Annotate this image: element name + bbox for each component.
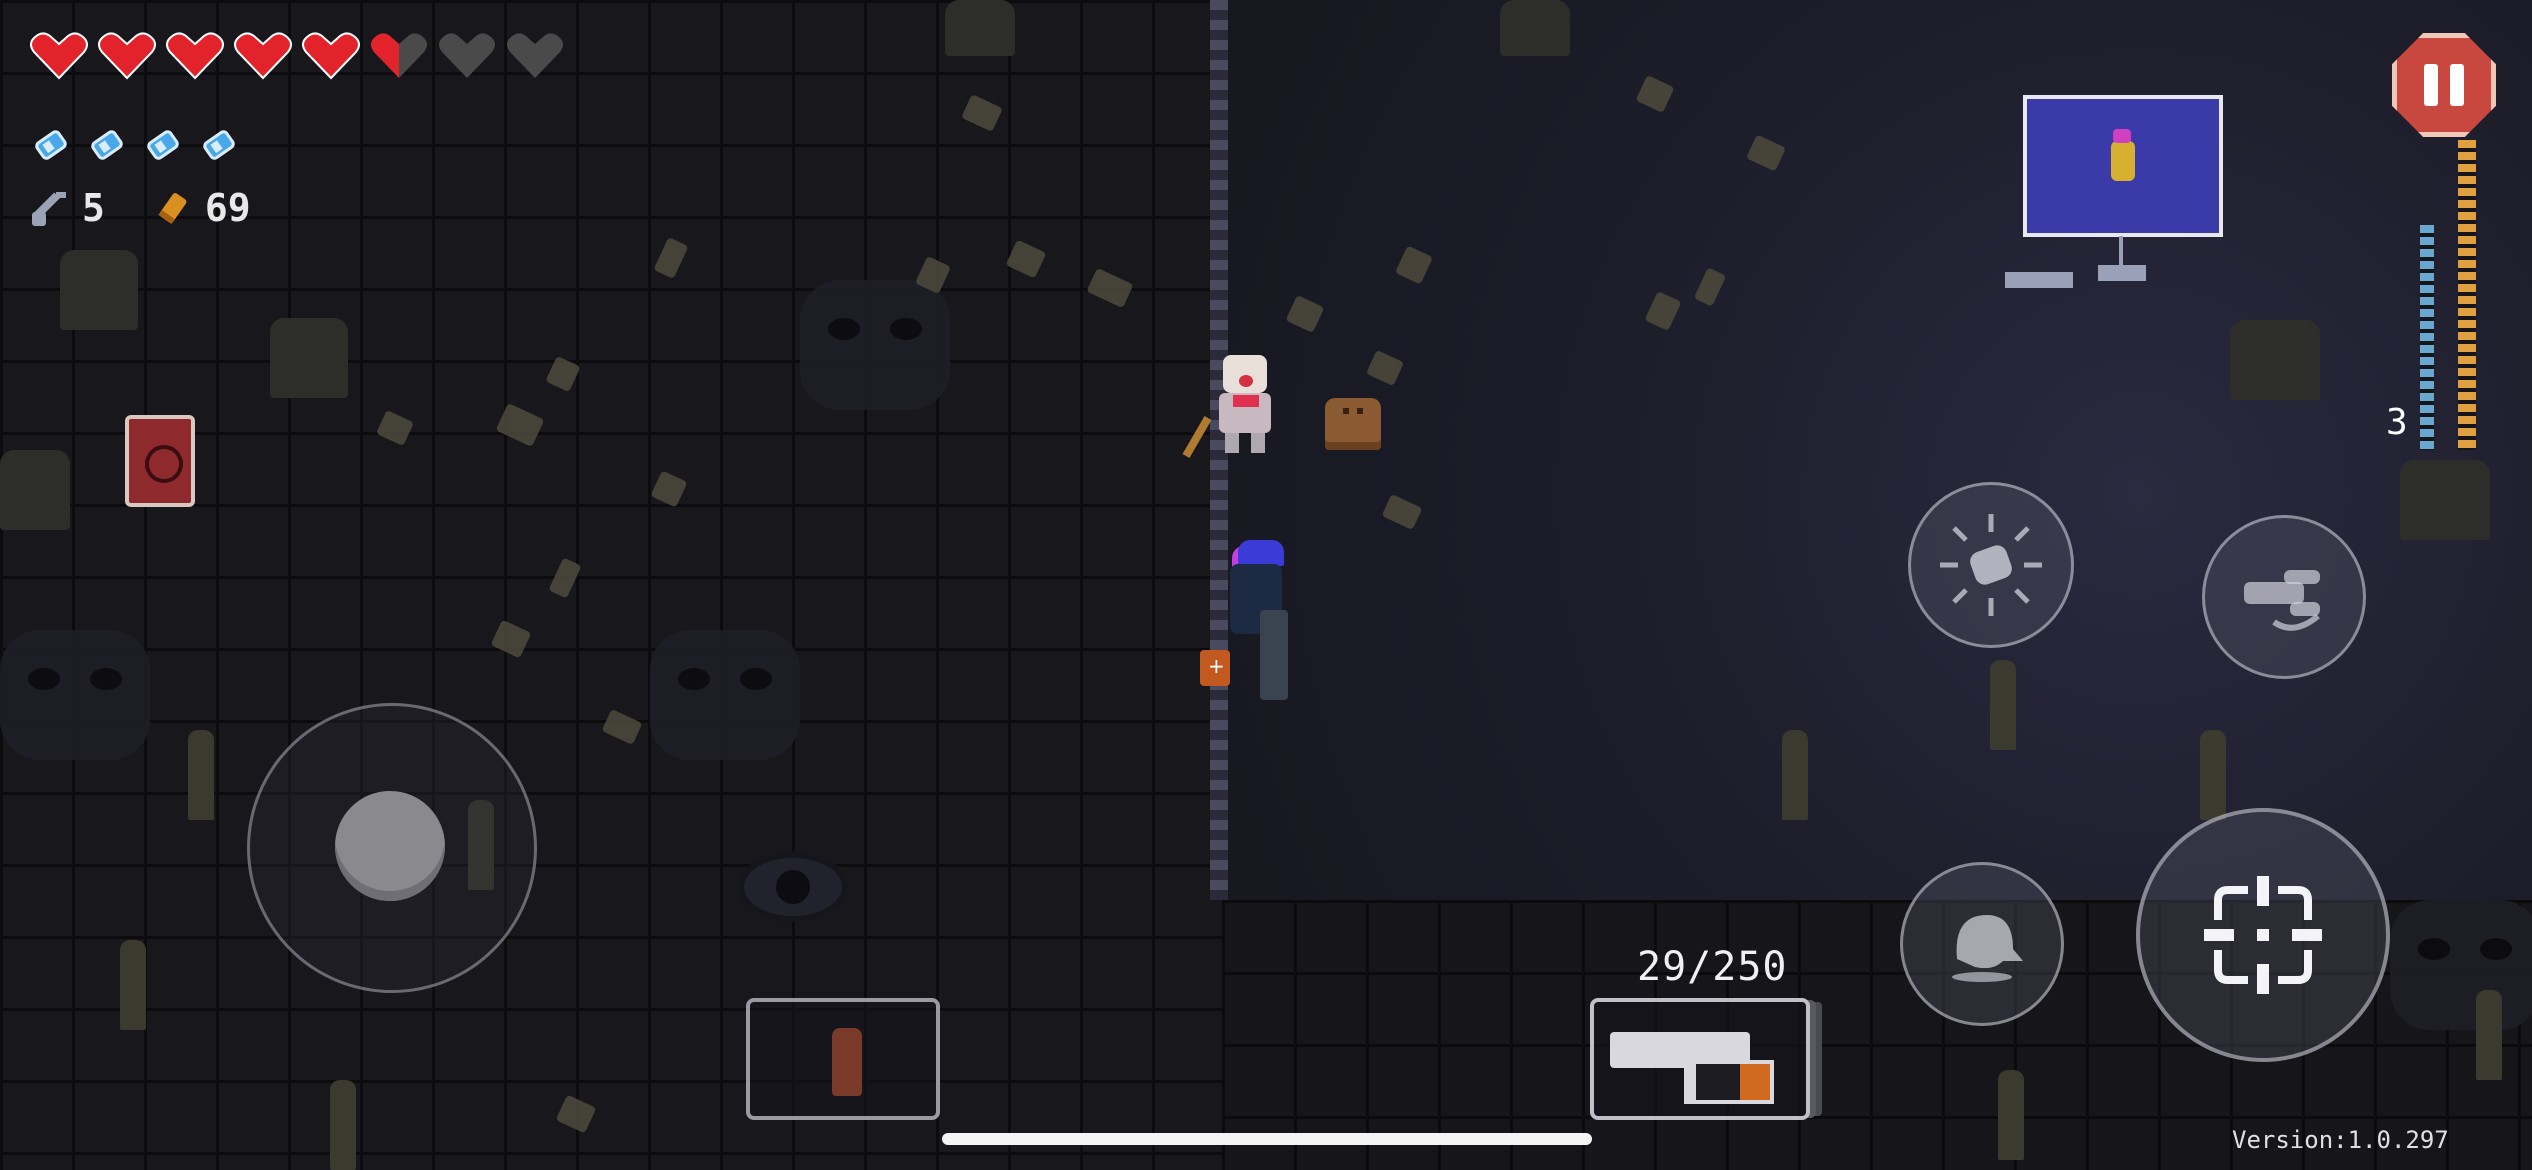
blank-icon [86, 124, 128, 166]
fire-button[interactable] [2136, 808, 2390, 1062]
player-marker-icon [2111, 129, 2135, 181]
gravestone [2230, 320, 2320, 400]
battery-icon [1692, 1060, 1774, 1104]
candle-pillar [2476, 990, 2502, 1080]
clown-head [1223, 355, 1267, 393]
gravestone [270, 318, 348, 398]
shell-casing-icon [151, 186, 195, 230]
key-icon [28, 186, 72, 230]
clown-bow [1233, 395, 1259, 407]
candle-pillar [330, 1080, 356, 1170]
player-hair [1238, 540, 1284, 566]
gravestone [0, 450, 70, 530]
minimap-connector [2119, 236, 2123, 266]
heart-icon [28, 30, 90, 82]
heart-icon [96, 30, 158, 82]
health-hearts [28, 30, 566, 82]
pause-icon [2450, 64, 2464, 106]
minimap-room [2098, 265, 2146, 281]
blank-icon [142, 124, 184, 166]
pause-button[interactable] [2392, 33, 2496, 137]
wall-face-carving [800, 280, 950, 410]
shell-count: 69 [204, 186, 251, 230]
blank-icon [30, 124, 72, 166]
clip-bar [2420, 225, 2434, 450]
heart-icon [164, 30, 226, 82]
home-indicator[interactable] [942, 1133, 1592, 1145]
gravestone [945, 0, 1015, 56]
candle-pillar [2200, 730, 2226, 820]
clip-remaining: 3 [2386, 402, 2408, 443]
interact-button[interactable] [2202, 515, 2366, 679]
gun-slot[interactable] [1590, 998, 1810, 1120]
wall-face-carving [650, 630, 800, 760]
wall-face-carving [2390, 900, 2532, 1030]
version-label: Version:1.0.297 [2232, 1126, 2449, 1154]
heart-icon [232, 30, 294, 82]
gravestone [1500, 0, 1570, 56]
eye-carving [738, 852, 848, 922]
blank-icon [198, 124, 240, 166]
clown-leg [1225, 433, 1239, 453]
key-count: 5 [82, 186, 105, 230]
candle-pillar [1782, 730, 1808, 820]
dungeon-floor-left [0, 0, 1222, 1170]
heart-icon [504, 30, 566, 82]
clown-leg [1251, 433, 1265, 453]
item-slot[interactable] [746, 998, 940, 1120]
gravestone [60, 250, 138, 330]
heart-icon [436, 30, 498, 82]
minimap[interactable] [2023, 95, 2223, 237]
ammo-reserve-bar [2458, 140, 2476, 450]
blank-burst-icon [1940, 514, 2042, 616]
candle-pillar [1998, 1070, 2024, 1160]
blank-button[interactable] [1908, 482, 2074, 648]
interact-hand-icon [2244, 570, 2320, 631]
pause-icon [2424, 64, 2438, 106]
player-gun [1260, 610, 1288, 700]
resource-counters: 5 69 [28, 186, 251, 230]
clown-nose [1239, 375, 1253, 387]
dodge-roll-button[interactable] [1900, 862, 2064, 1026]
active-item-book[interactable] [125, 415, 195, 507]
candle-pillar [1990, 660, 2016, 750]
battery-icon [1200, 650, 1230, 686]
joystick-knob[interactable] [335, 791, 445, 901]
bullet-kin-crate [1325, 398, 1381, 450]
wall-face-carving [0, 630, 150, 760]
blanks-row [30, 124, 240, 166]
dungeon-floor-right [1222, 0, 2532, 900]
gravestone [2400, 460, 2490, 540]
clown-npc [1182, 355, 1275, 459]
candle-pillar [120, 940, 146, 1030]
player-character [1200, 540, 1310, 710]
heart-icon [300, 30, 362, 82]
heart-icon [368, 30, 430, 82]
candle-pillar [188, 730, 214, 820]
minimap-room [2005, 272, 2073, 288]
crosshair-icon [2204, 876, 2322, 994]
dodge-roll-icon [1952, 915, 2023, 982]
ammo-count: 29/250 [1637, 944, 1788, 990]
passive-item-icon [832, 1028, 862, 1096]
